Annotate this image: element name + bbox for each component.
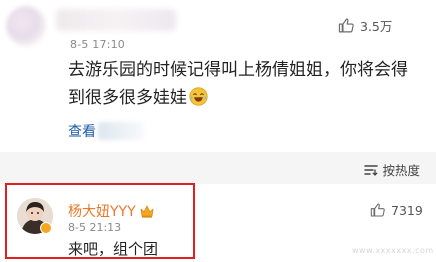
reply-time: 8-5 21:13 <box>68 221 122 234</box>
blurred-reply-preview <box>98 122 144 140</box>
view-more-label[interactable]: 查看 <box>68 121 96 141</box>
thumbs-up-icon <box>338 18 354 33</box>
vip-badge-icon <box>40 222 52 234</box>
blurred-username[interactable] <box>56 9 176 31</box>
laugh-crying-icon <box>189 87 208 106</box>
like-button[interactable]: 7319 <box>370 202 423 218</box>
sort-by-heat-button[interactable]: 按热度 <box>364 160 420 179</box>
sort-label[interactable]: 按热度 <box>382 160 420 179</box>
reply-author-name[interactable]: 杨大妞YYY <box>68 201 136 221</box>
like-count: 7319 <box>391 202 423 218</box>
sort-bar: 按热度 <box>0 152 436 184</box>
reply-author[interactable]: 杨大妞YYY <box>68 201 154 221</box>
like-count: 3.5万 <box>360 19 393 34</box>
comment-item-top: 8-5 17:10 3.5万 去游乐园的时候记得叫上杨倩姐姐，你将会得到很多很多… <box>0 0 436 152</box>
reply-text: 来吧，组个团 <box>68 240 159 258</box>
like-button[interactable]: 3.5万 <box>338 16 392 35</box>
comment-body: 去游乐园的时候记得叫上杨倩姐姐，你将会得到很多很多娃娃 <box>68 56 413 112</box>
watermark: www.xxxxxxx.com <box>352 246 434 255</box>
view-more-link[interactable]: 查看 <box>68 121 144 141</box>
crown-icon <box>140 205 154 218</box>
blurred-avatar[interactable] <box>6 6 46 46</box>
sort-icon <box>364 164 379 176</box>
weibo-comments-screen: 8-5 17:10 3.5万 去游乐园的时候记得叫上杨倩姐姐，你将会得到很多很多… <box>0 0 436 262</box>
comment-time: 8-5 17:10 <box>70 38 125 51</box>
comment-text: 去游乐园的时候记得叫上杨倩姐姐，你将会得到很多很多娃娃 <box>68 60 408 108</box>
thumbs-up-icon <box>370 203 385 217</box>
